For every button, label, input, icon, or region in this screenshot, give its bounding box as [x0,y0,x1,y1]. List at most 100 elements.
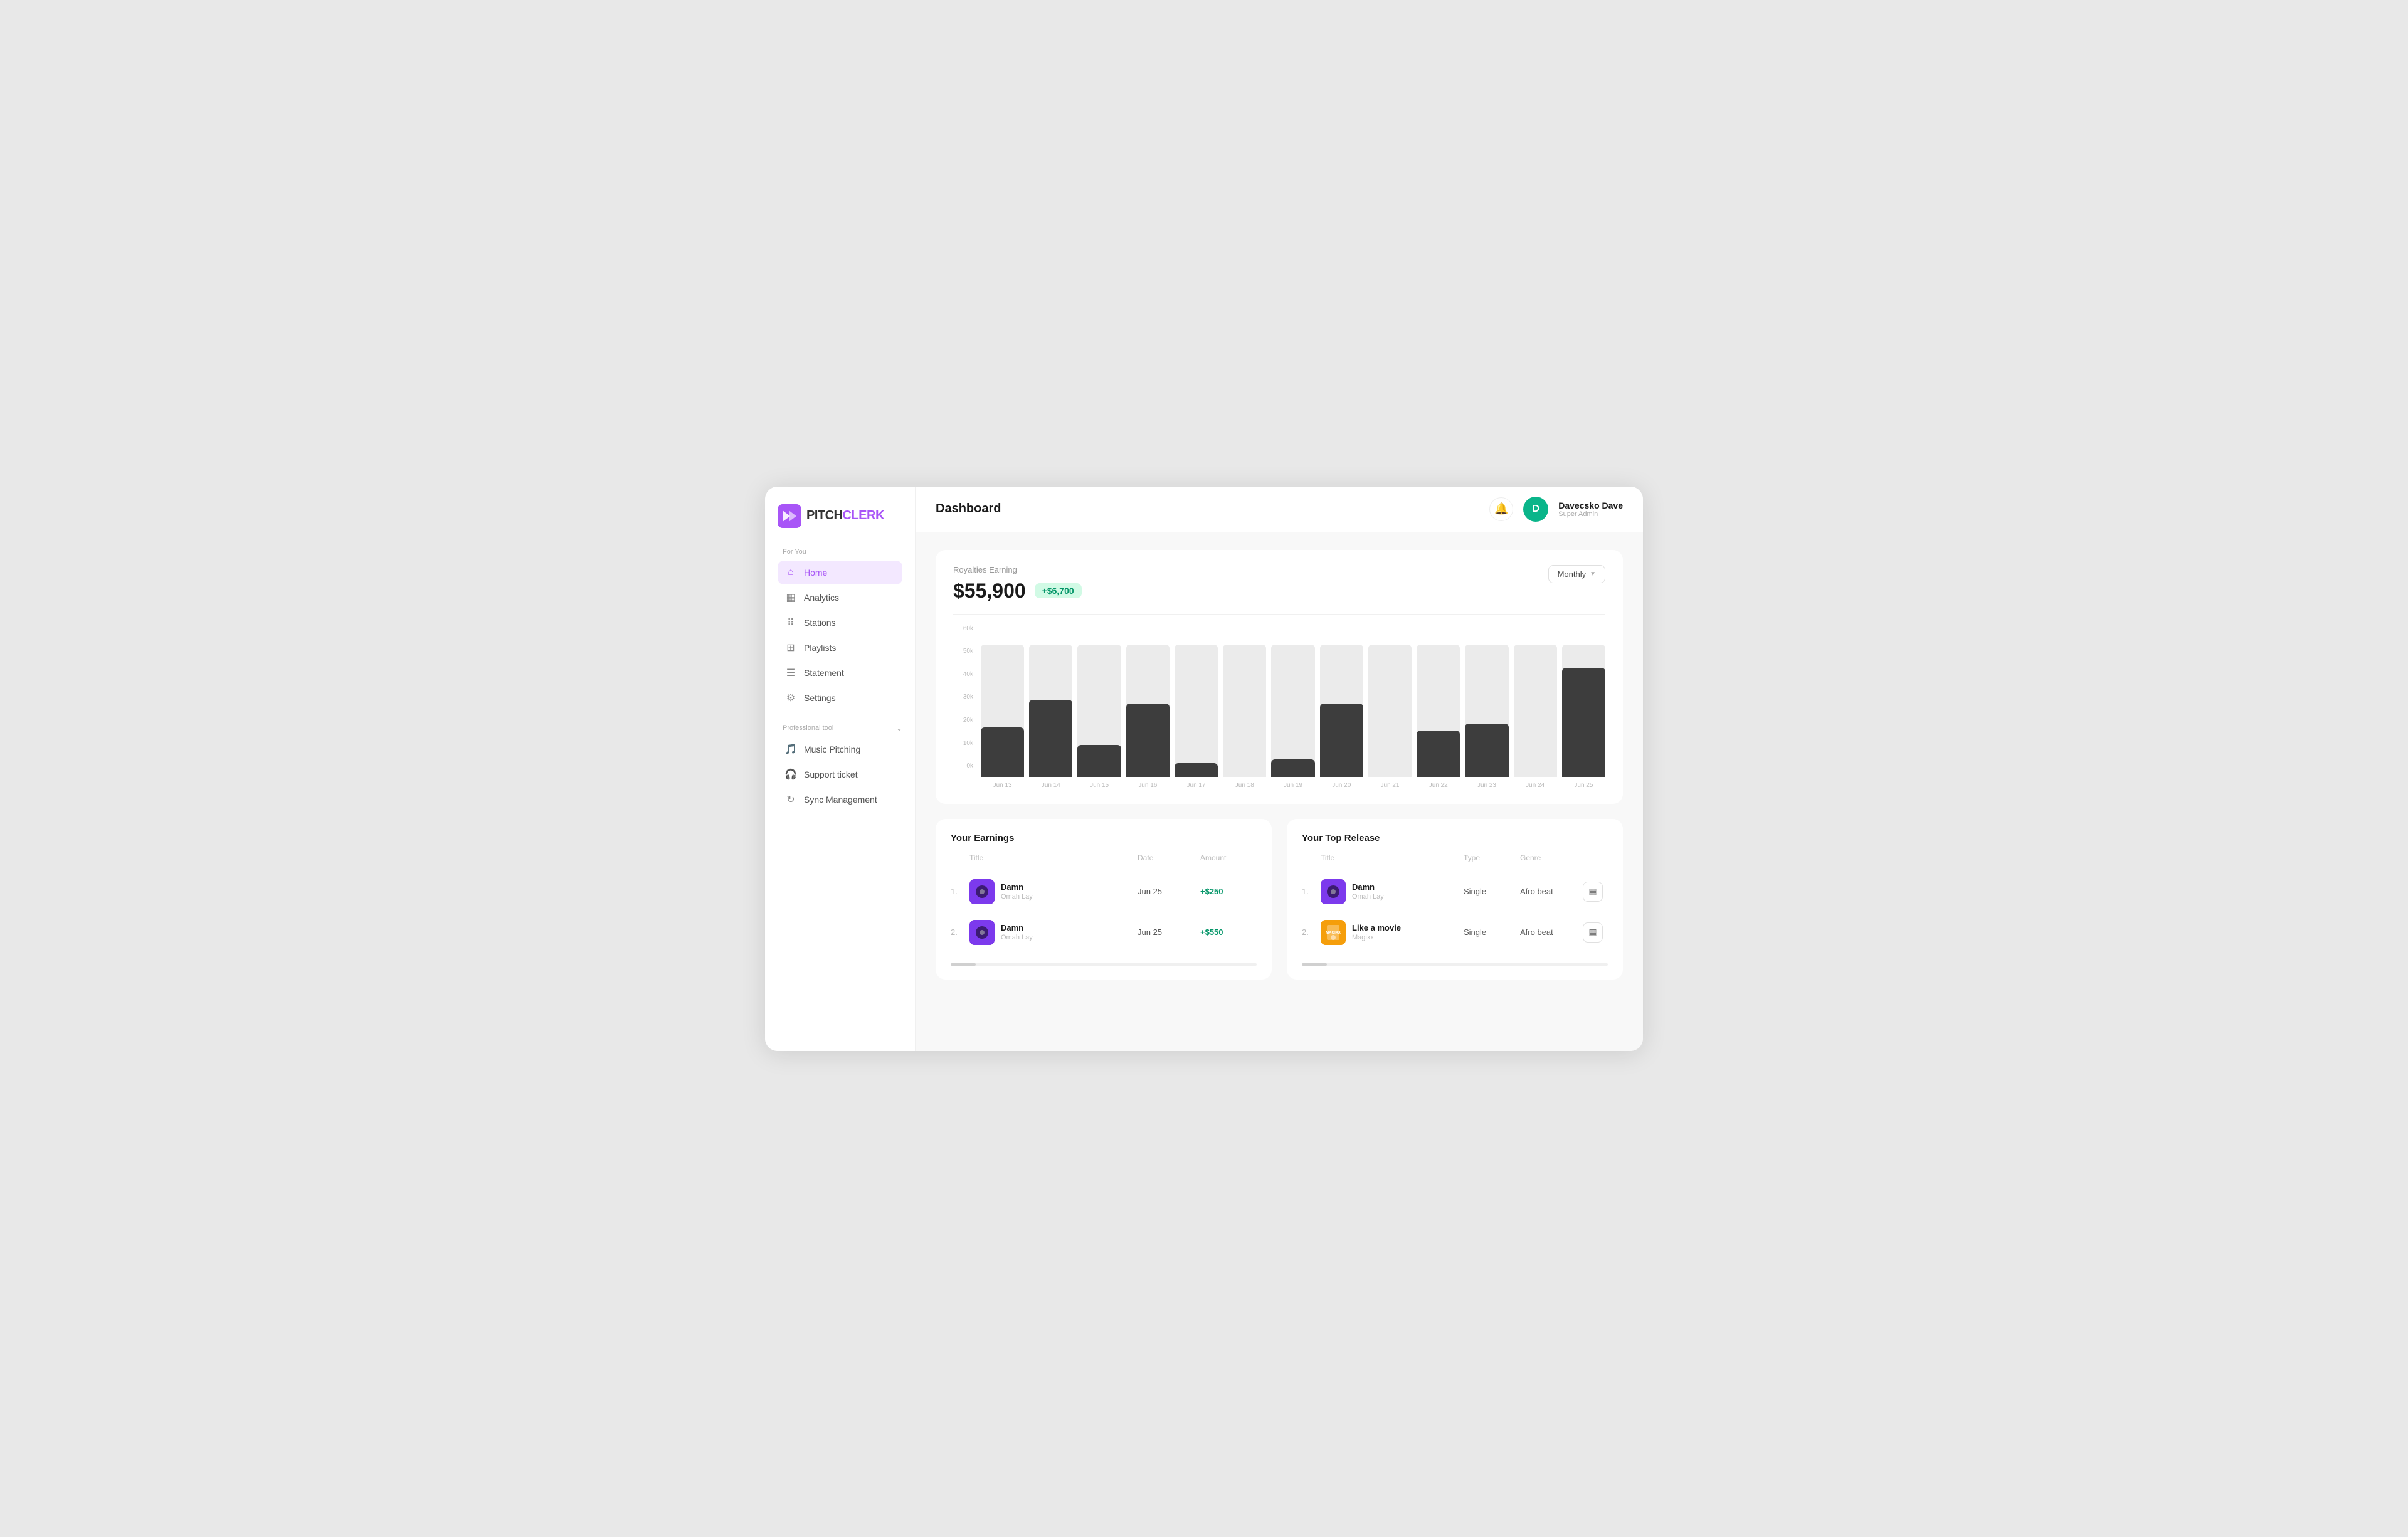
scroll-thumb [951,963,976,966]
earnings-row-2: 2. Damn Omah Lay Jun 25 +$550 [951,912,1257,953]
track-artist-2: Omah Lay [1001,934,1033,941]
sidebar-item-support-ticket[interactable]: 🎧 Support ticket [778,763,902,786]
earnings-col-amount: Amount [1200,853,1257,862]
chart-title: Royalties Earning [953,565,1082,574]
bar-label-0: Jun 13 [993,782,1012,789]
bar-fill-12 [1562,668,1605,776]
release-genre-2: Afro beat [1520,927,1583,937]
y-label-0k: 0k [966,763,973,769]
y-label-50k: 50k [963,648,973,655]
settings-icon: ⚙ [785,692,796,704]
logo: PITCHCLERK [778,504,902,528]
release-track-artist-1: Omah Lay [1352,893,1384,901]
bar-track-6 [1271,645,1314,777]
sidebar-item-statement[interactable]: ☰ Statement [778,661,902,685]
user-name: Davecsko Dave [1558,500,1623,510]
support-icon: 🎧 [785,769,796,780]
bar-label-4: Jun 17 [1187,782,1206,789]
pro-section-label: Professional tool [783,724,833,732]
release-num-1: 1. [1302,887,1321,896]
bar-track-8 [1368,645,1412,777]
sidebar-item-music-pitching[interactable]: 🎵 Music Pitching [778,737,902,761]
user-role: Super Admin [1558,510,1623,518]
bar-chart: 60k 50k 40k 30k 20k 10k 0k Jun 13Jun 14J… [953,626,1605,789]
bar-fill-1 [1029,700,1072,776]
sidebar-item-sync-management[interactable]: ↻ Sync Management [778,788,902,811]
statement-icon: ☰ [785,667,796,679]
logo-text: PITCHCLERK [806,509,884,523]
bar-group-8: Jun 21 [1368,645,1412,789]
earnings-panel: Your Earnings Title Date Amount 1. [936,819,1272,980]
release-thumb-2: MAGIXX [1321,920,1346,945]
sidebar-label-settings: Settings [804,693,836,703]
release-col-title: Title [1321,853,1464,862]
bar-group-6: Jun 19 [1271,645,1314,789]
track-text-2: Damn Omah Lay [1001,923,1033,941]
sidebar-label-statement: Statement [804,668,844,678]
waveform-button-2[interactable]: ▦ [1583,922,1603,943]
period-selector-button[interactable]: Monthly ▼ [1548,565,1605,583]
notification-button[interactable]: 🔔 [1489,497,1513,521]
track-thumb-damn-1 [969,879,995,904]
release-thumb-1 [1321,879,1346,904]
analytics-icon: ▦ [785,592,796,603]
chevron-down-icon: ⌄ [896,724,902,732]
release-track-text-1: Damn Omah Lay [1352,882,1384,901]
release-track-name-1: Damn [1352,882,1384,892]
home-icon: ⌂ [785,567,796,578]
release-num-2: 2. [1302,927,1321,937]
release-track-name-2: Like a movie [1352,923,1401,932]
playlists-icon: ⊞ [785,642,796,653]
earnings-amount-1: +$250 [1200,887,1257,896]
earnings-date-1: Jun 25 [1138,887,1200,896]
bottom-panels: Your Earnings Title Date Amount 1. [936,819,1623,980]
release-track-text-2: Like a movie Magixx [1352,923,1401,941]
avatar: D [1523,497,1548,522]
release-track-info-2: MAGIXX Like a movie Magixx [1321,920,1464,945]
pro-section-header[interactable]: Professional tool ⌄ [778,724,902,732]
main-content: Dashboard 🔔 D Davecsko Dave Super Admin … [916,487,1643,1051]
sidebar-item-settings[interactable]: ⚙ Settings [778,686,902,710]
row-num-2: 2. [951,927,969,937]
stations-icon: ⠿ [785,617,796,628]
track-artist-1: Omah Lay [1001,893,1033,901]
earnings-col-title: Title [969,853,1138,862]
bar-track-12 [1562,645,1605,777]
waveform-icon-2: ▦ [1588,927,1597,938]
bar-label-11: Jun 24 [1526,782,1545,789]
track-text-1: Damn Omah Lay [1001,882,1033,901]
earnings-table-header: Title Date Amount [951,853,1257,869]
sidebar-item-home[interactable]: ⌂ Home [778,561,902,584]
release-type-1: Single [1464,887,1520,896]
sidebar-item-analytics[interactable]: ▦ Analytics [778,586,902,610]
chart-section: Royalties Earning $55,900 +$6,700 Monthl… [936,550,1623,804]
sidebar-item-playlists[interactable]: ⊞ Playlists [778,636,902,660]
sidebar-label-support-ticket: Support ticket [804,769,858,779]
bar-group-0: Jun 13 [981,645,1024,789]
release-row-2: 2. MAGIXX Like a [1302,912,1608,953]
scroll-indicator-release [1302,963,1608,966]
sync-icon: ↻ [785,794,796,805]
chart-divider [953,614,1605,615]
bar-group-9: Jun 22 [1417,645,1460,789]
bar-fill-3 [1126,704,1170,776]
track-name-2: Damn [1001,923,1033,932]
page-title: Dashboard [936,502,1001,516]
sidebar-item-stations[interactable]: ⠿ Stations [778,611,902,635]
bar-fill-4 [1175,763,1218,776]
bar-track-7 [1320,645,1363,777]
header: Dashboard 🔔 D Davecsko Dave Super Admin [916,487,1643,532]
svg-text:MAGIXX: MAGIXX [1326,931,1341,935]
bar-group-2: Jun 15 [1077,645,1121,789]
scroll-thumb-release [1302,963,1327,966]
waveform-button-1[interactable]: ▦ [1583,882,1603,902]
bar-label-12: Jun 25 [1574,782,1593,789]
bar-label-6: Jun 19 [1284,782,1302,789]
earnings-date-2: Jun 25 [1138,927,1200,937]
bar-track-10 [1465,645,1508,777]
sidebar-label-home: Home [804,568,827,578]
bell-icon: 🔔 [1494,502,1508,515]
content-area: Royalties Earning $55,900 +$6,700 Monthl… [916,532,1643,1051]
top-release-panel: Your Top Release Title Type Genre 1. [1287,819,1623,980]
amount-badge: +$6,700 [1035,583,1082,598]
